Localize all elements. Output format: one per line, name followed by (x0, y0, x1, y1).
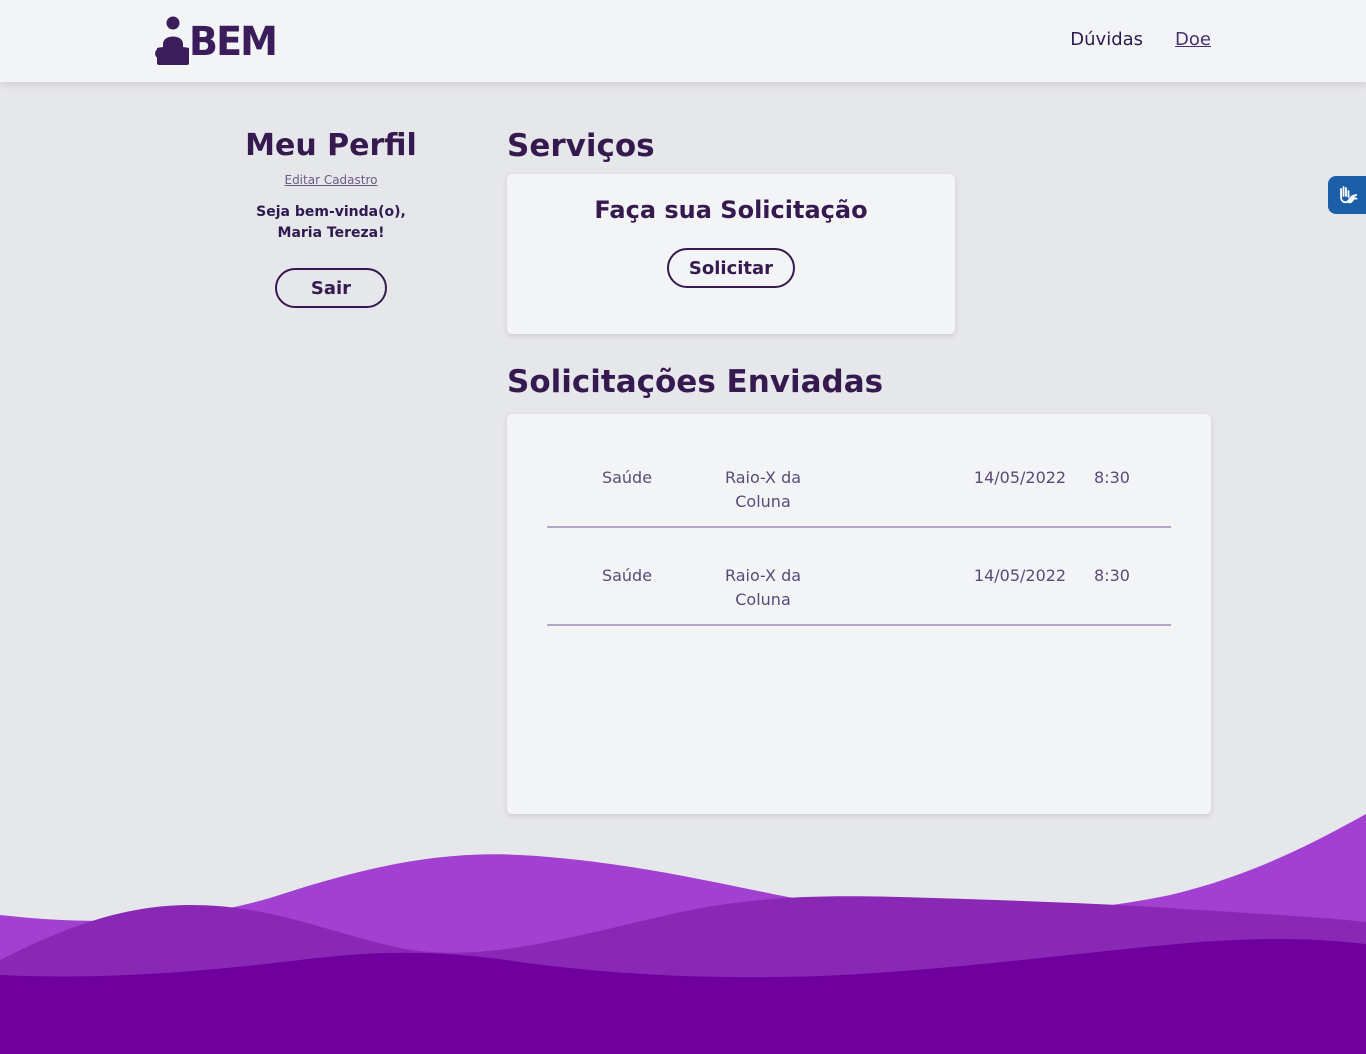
request-category: Saúde (601, 566, 653, 585)
request-card: Faça sua Solicitação Solicitar (507, 174, 955, 334)
request-row[interactable]: Saúde Raio-X da Coluna 14/05/2022 8:30 (547, 532, 1171, 626)
nav-link-duvidas[interactable]: Dúvidas (1070, 29, 1143, 50)
accessibility-widget-button[interactable] (1328, 176, 1366, 214)
profile-panel: Meu Perfil Editar Cadastro Seja bem-vind… (221, 128, 441, 308)
logo-text: BEM (189, 19, 278, 65)
request-time: 8:30 (1094, 468, 1130, 487)
request-card-title: Faça sua Solicitação (594, 196, 868, 224)
edit-profile-link[interactable]: Editar Cadastro (284, 173, 377, 187)
request-row[interactable]: Saúde Raio-X da Coluna 14/05/2022 8:30 (547, 434, 1171, 528)
sign-language-hands-icon (1340, 186, 1358, 204)
sent-requests-title: Solicitações Enviadas (507, 364, 884, 400)
logo[interactable]: BEM (155, 16, 281, 66)
request-date: 14/05/2022 (973, 468, 1067, 487)
request-date: 14/05/2022 (973, 566, 1067, 585)
profile-title: Meu Perfil (245, 128, 417, 163)
request-time: 8:30 (1094, 566, 1130, 585)
request-button[interactable]: Solicitar (667, 248, 795, 288)
welcome-message: Seja bem-vinda(o), Maria Tereza! (221, 202, 441, 244)
welcome-line-name: Maria Tereza! (277, 225, 385, 241)
sent-requests-list: Saúde Raio-X da Coluna 14/05/2022 8:30 S… (507, 414, 1211, 814)
person-reading-icon (155, 16, 189, 65)
welcome-line-greeting: Seja bem-vinda(o), (256, 204, 406, 220)
request-exam: Raio-X da Coluna (724, 566, 802, 609)
decorative-waves (0, 814, 1366, 1054)
logout-button[interactable]: Sair (275, 268, 387, 308)
main-nav: Dúvidas Doe (1070, 29, 1211, 50)
site-header: BEM Dúvidas Doe (0, 0, 1366, 82)
services-title: Serviços (507, 128, 655, 164)
request-exam: Raio-X da Coluna (724, 468, 802, 511)
nav-link-doe[interactable]: Doe (1175, 29, 1211, 50)
request-category: Saúde (601, 468, 653, 487)
